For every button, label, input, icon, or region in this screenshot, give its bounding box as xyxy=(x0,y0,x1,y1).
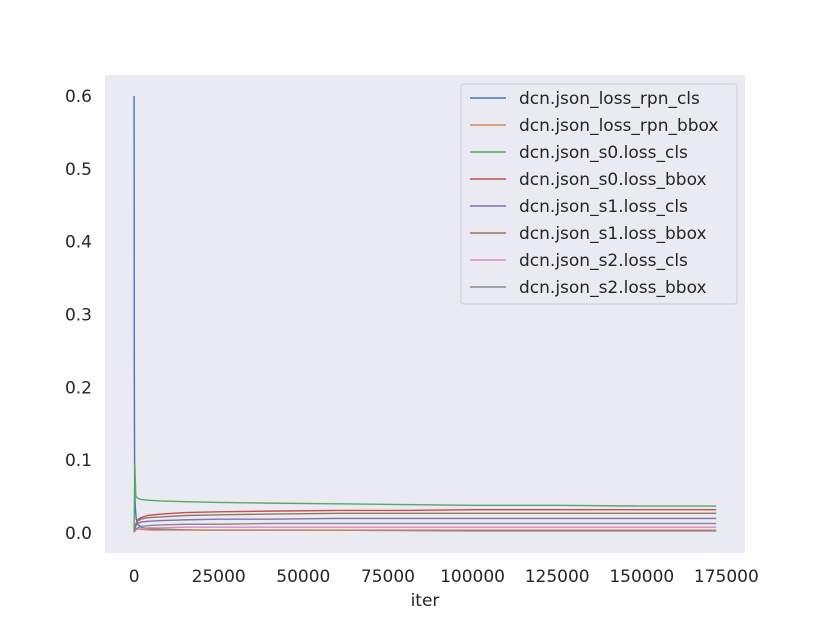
x-tick-label: 75000 xyxy=(361,567,415,587)
legend-label: dcn.json_s0.loss_cls xyxy=(519,143,688,163)
x-axis-label: iter xyxy=(411,591,440,611)
legend-label: dcn.json_s2.loss_bbox xyxy=(519,278,707,298)
legend: dcn.json_loss_rpn_cls dcn.json_loss_rpn_b… xyxy=(460,83,738,305)
y-tick-label: 0.6 xyxy=(65,87,92,107)
legend-label: dcn.json_s0.loss_bbox xyxy=(519,170,707,190)
x-axis-ticks: 0 25000 50000 75000 100000 125000 150000 175000 xyxy=(129,567,759,587)
y-axis-ticks: 0.0 0.1 0.2 0.3 0.4 0.5 0.6 xyxy=(65,87,92,544)
legend-label: dcn.json_loss_rpn_bbox xyxy=(519,116,718,136)
x-tick-label: 100000 xyxy=(440,567,505,587)
x-tick-label: 25000 xyxy=(192,567,246,587)
x-tick-label: 50000 xyxy=(276,567,330,587)
legend-label: dcn.json_s1.loss_bbox xyxy=(519,224,707,244)
legend-label: dcn.json_s1.loss_cls xyxy=(519,197,688,217)
y-tick-label: 0.2 xyxy=(65,378,92,398)
x-tick-label: 175000 xyxy=(694,567,759,587)
y-tick-label: 0.1 xyxy=(65,451,92,471)
y-tick-label: 0.5 xyxy=(65,160,92,180)
y-tick-label: 0.4 xyxy=(65,233,92,253)
x-tick-label: 0 xyxy=(129,567,140,587)
loss-line-chart: 0 25000 50000 75000 100000 125000 150000 175000… xyxy=(65,75,759,611)
x-tick-label: 125000 xyxy=(525,567,590,587)
x-tick-label: 150000 xyxy=(609,567,674,587)
legend-label: dcn.json_s2.loss_cls xyxy=(519,251,688,271)
y-tick-label: 0.3 xyxy=(65,306,92,326)
y-tick-label: 0.0 xyxy=(65,524,92,544)
legend-label: dcn.json_loss_rpn_cls xyxy=(519,89,700,109)
